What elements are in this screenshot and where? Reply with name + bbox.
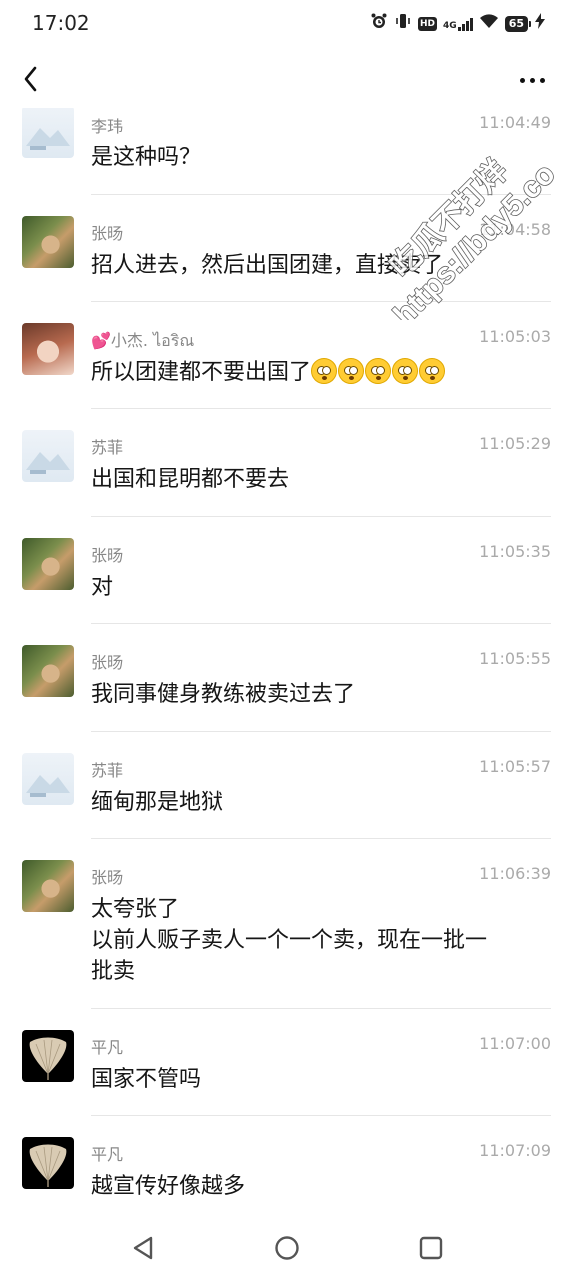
emoji-row bbox=[311, 358, 446, 385]
charging-icon bbox=[534, 12, 546, 35]
status-time: 17:02 bbox=[32, 11, 90, 35]
divider bbox=[91, 516, 551, 517]
status-icons: HD 4G 65 bbox=[370, 12, 546, 35]
image-placeholder-icon bbox=[26, 128, 70, 150]
message-time: 11:06:39 bbox=[479, 864, 551, 883]
message-time: 11:05:57 bbox=[479, 757, 551, 776]
circle-home-icon bbox=[275, 1236, 299, 1260]
message-text[interactable]: 越宣传好像越多 bbox=[91, 1171, 541, 1202]
message-text[interactable]: 出国和昆明都不要去 bbox=[91, 464, 541, 495]
message-list[interactable]: 李玮 11:04:49 是这种吗？ 张旸 11:04:58 招人进去，然后出国团… bbox=[0, 108, 574, 1204]
avatar[interactable] bbox=[22, 1030, 74, 1082]
message-text[interactable]: 太夸张了 以前人贩子卖人一个一个卖，现在一批一 批卖 bbox=[91, 894, 541, 987]
divider bbox=[91, 623, 551, 624]
sender-name: 张旸 bbox=[91, 653, 124, 672]
nav-bar bbox=[0, 52, 574, 108]
sender-name: 张旸 bbox=[91, 224, 124, 243]
message-text[interactable]: 缅甸那是地狱 bbox=[91, 787, 541, 818]
flushed-face-emoji-icon bbox=[311, 358, 338, 384]
battery-icon: 65 bbox=[504, 15, 532, 32]
avatar[interactable] bbox=[22, 323, 74, 375]
network-type-label: 4G bbox=[443, 20, 457, 31]
message-text-content: 所以团建都不要出国了 bbox=[91, 360, 312, 385]
message-time: 11:04:49 bbox=[479, 113, 551, 132]
sender-name: 平凡 bbox=[91, 1038, 124, 1057]
image-placeholder-icon bbox=[26, 775, 70, 797]
message-text-line: 批卖 bbox=[91, 959, 136, 984]
system-nav-bar bbox=[0, 1210, 574, 1280]
sender-name: 张旸 bbox=[91, 868, 124, 887]
divider bbox=[91, 194, 551, 195]
divider bbox=[91, 408, 551, 409]
status-bar: 17:02 HD 4G 65 bbox=[0, 0, 574, 44]
flushed-face-emoji-icon bbox=[419, 358, 446, 384]
sender-name: 平凡 bbox=[91, 1145, 124, 1164]
avatar[interactable] bbox=[22, 430, 74, 482]
divider bbox=[91, 731, 551, 732]
square-recents-icon bbox=[419, 1236, 443, 1260]
message-time: 11:05:29 bbox=[479, 434, 551, 453]
message-time: 11:05:03 bbox=[479, 327, 551, 346]
sender-name: 💕小杰. ไอริณ bbox=[91, 331, 195, 350]
message-time: 11:07:00 bbox=[479, 1034, 551, 1053]
avatar[interactable] bbox=[22, 1137, 74, 1189]
flushed-face-emoji-icon bbox=[338, 358, 365, 384]
message-text[interactable]: 我同事健身教练被卖过去了 bbox=[91, 679, 541, 710]
message-time: 11:05:35 bbox=[479, 542, 551, 561]
more-button[interactable] bbox=[512, 62, 552, 98]
message-text[interactable]: 招人进去，然后出国团建，直接卖了 bbox=[91, 250, 541, 281]
alarm-icon bbox=[370, 12, 388, 35]
sender-name: 苏菲 bbox=[91, 761, 124, 780]
back-button[interactable] bbox=[16, 62, 52, 98]
sender-name: 张旸 bbox=[91, 546, 124, 565]
avatar[interactable] bbox=[22, 645, 74, 697]
wifi-icon bbox=[479, 12, 499, 35]
message-text-line: 太夸张了 bbox=[91, 897, 180, 922]
image-placeholder-icon bbox=[26, 452, 70, 474]
leaf-icon bbox=[29, 1037, 67, 1080]
flushed-face-emoji-icon bbox=[392, 358, 419, 384]
message-time: 11:04:58 bbox=[479, 220, 551, 239]
hd-icon: HD bbox=[418, 16, 438, 31]
message-text[interactable]: 所以团建都不要出国了 bbox=[91, 357, 541, 388]
back-chevron-icon bbox=[24, 66, 37, 92]
avatar[interactable] bbox=[22, 753, 74, 805]
divider bbox=[91, 301, 551, 302]
system-back-button[interactable] bbox=[125, 1230, 161, 1266]
sender-name: 苏菲 bbox=[91, 438, 124, 457]
vibrate-icon bbox=[394, 12, 412, 35]
sender-name: 李玮 bbox=[91, 117, 124, 136]
avatar[interactable] bbox=[22, 860, 74, 912]
triangle-back-icon bbox=[133, 1236, 153, 1260]
divider bbox=[91, 838, 551, 839]
message-time: 11:07:09 bbox=[479, 1141, 551, 1160]
message-text-line: 以前人贩子卖人一个一个卖，现在一批一 bbox=[91, 928, 488, 953]
divider bbox=[91, 1008, 551, 1009]
more-dots-icon bbox=[519, 77, 525, 83]
system-recents-button[interactable] bbox=[413, 1230, 449, 1266]
avatar[interactable] bbox=[22, 108, 74, 158]
avatar[interactable] bbox=[22, 538, 74, 590]
message-text[interactable]: 国家不管吗 bbox=[91, 1064, 541, 1095]
message-time: 11:05:55 bbox=[479, 649, 551, 668]
avatar[interactable] bbox=[22, 216, 74, 268]
message-text[interactable]: 对 bbox=[91, 572, 541, 603]
leaf-icon bbox=[29, 1144, 67, 1187]
system-home-button[interactable] bbox=[269, 1230, 305, 1266]
signal-icon: 4G bbox=[443, 17, 473, 31]
message-text[interactable]: 是这种吗？ bbox=[91, 142, 541, 173]
divider bbox=[91, 1115, 551, 1116]
flushed-face-emoji-icon bbox=[365, 358, 392, 384]
